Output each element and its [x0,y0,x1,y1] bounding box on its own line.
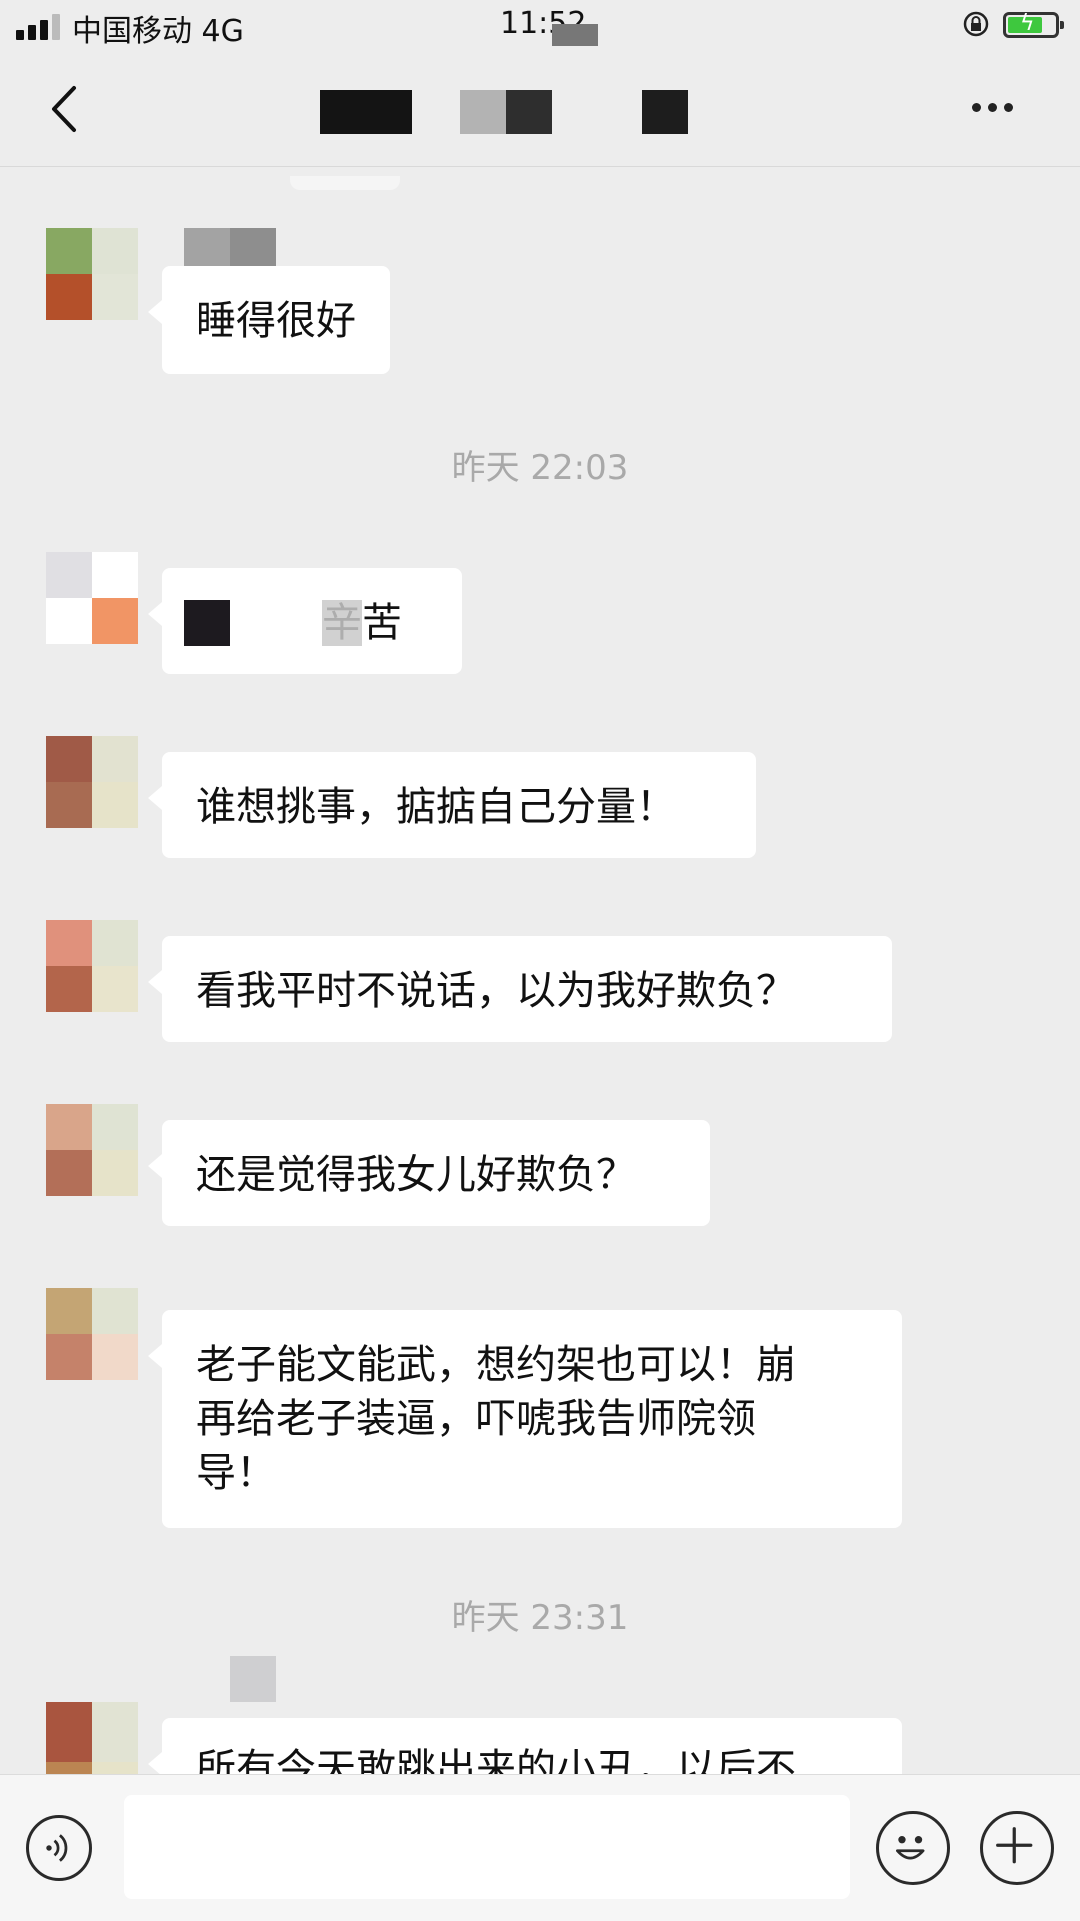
battery-charging-icon: ϟ [1003,11,1064,38]
bolt-icon: ϟ [1020,11,1035,36]
chevron-left-icon[interactable] [40,82,90,136]
avatar[interactable] [46,736,138,828]
signal-icon [16,14,66,40]
message-bubble[interactable]: 看我平时不说话，以为我好欺负？ [148,936,892,1042]
orientation-lock-icon [963,11,989,37]
input-bar [0,1774,1080,1921]
avatar[interactable] [46,1288,138,1380]
message-bubble[interactable]: 睡得很好 [148,266,390,374]
sender-name-redacted [230,1656,276,1702]
chat-header [0,52,1080,167]
avatar[interactable] [46,1104,138,1196]
message-bubble[interactable]: 老子能文能武，想约架也可以！崩 再给老子装逼，吓唬我告师院领 导！ [148,1310,902,1528]
message-row: 所有今天敢跳出来的小丑，以后不 [0,1656,1080,1774]
plus-icon[interactable] [980,1811,1054,1885]
avatar[interactable] [46,1702,138,1774]
message-bubble[interactable]: 所有今天敢跳出来的小丑，以后不 [148,1718,902,1774]
timestamp: 昨天 23:31 [451,1598,629,1638]
status-bar: 中国移动 4G 11:52 ϟ [0,0,1080,52]
avatar[interactable] [46,920,138,1012]
avatar[interactable] [46,228,138,320]
voice-icon[interactable] [26,1815,92,1881]
emoji-icon[interactable] [876,1811,950,1885]
chat-title-redacted [320,90,740,134]
mosaic-mask [552,24,598,46]
mosaic-mask [184,600,230,646]
bubble-fragment [290,176,400,190]
timestamp: 昨天 22:03 [451,448,629,488]
carrier-label: 中国移动 4G [72,14,244,49]
message-bubble[interactable]: 谁想挑事，掂掂自己分量！ [148,752,756,858]
more-dots-icon[interactable] [958,82,1028,132]
message-input[interactable] [124,1795,850,1899]
message-bubble[interactable]: 还是觉得我女儿好欺负？ [148,1120,710,1226]
battery-nub [1060,21,1064,29]
avatar[interactable] [46,552,138,644]
mosaic-mask [322,600,362,646]
